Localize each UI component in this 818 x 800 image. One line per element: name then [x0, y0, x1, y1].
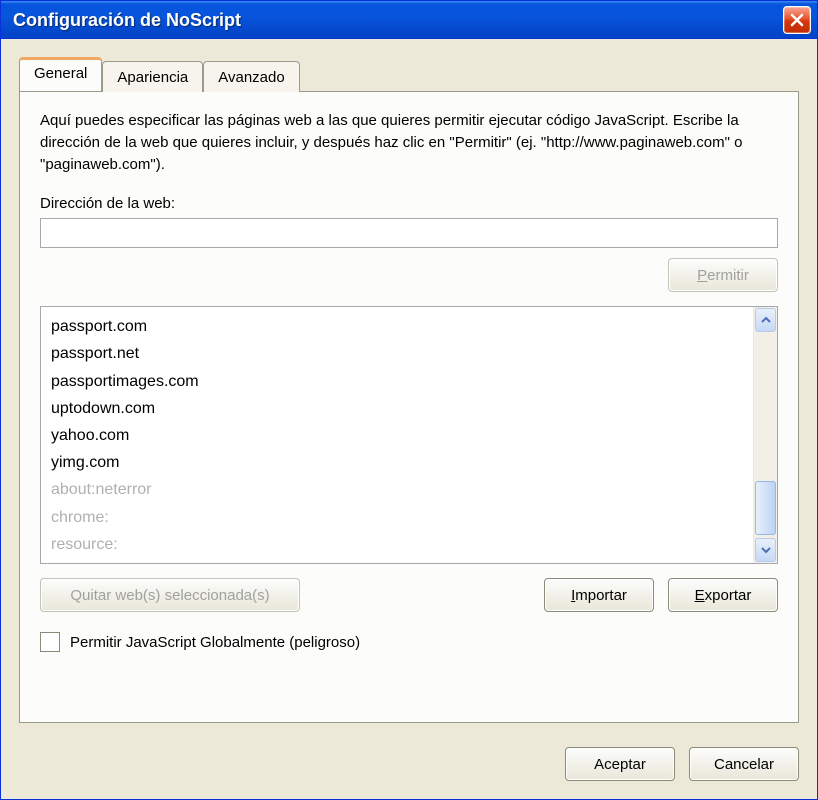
list-item[interactable]: passport.net: [51, 340, 743, 367]
dialog-footer: Aceptar Cancelar: [1, 735, 817, 799]
permit-button-rest: ermitir: [707, 267, 749, 284]
content-area: General Apariencia Avanzado Aquí puedes …: [1, 39, 817, 735]
permit-button[interactable]: Permitir: [668, 258, 778, 292]
scroll-down-button[interactable]: [755, 538, 776, 562]
close-icon: [789, 12, 805, 28]
address-input[interactable]: [40, 218, 778, 248]
sites-list[interactable]: passport.com passport.net passportimages…: [41, 307, 753, 563]
sites-listbox: passport.com passport.net passportimages…: [40, 306, 778, 564]
list-item[interactable]: about:neterror: [51, 476, 743, 503]
list-item[interactable]: yimg.com: [51, 449, 743, 476]
tab-apariencia[interactable]: Apariencia: [102, 61, 203, 92]
chevron-up-icon: [761, 315, 771, 325]
global-allow-checkbox[interactable]: [40, 632, 60, 652]
tab-strip: General Apariencia Avanzado: [19, 57, 799, 91]
titlebar[interactable]: Configuración de NoScript: [1, 1, 817, 39]
list-item[interactable]: yahoo.com: [51, 422, 743, 449]
window-title: Configuración de NoScript: [13, 10, 241, 31]
scroll-thumb[interactable]: [755, 481, 776, 535]
global-allow-label: Permitir JavaScript Globalmente (peligro…: [70, 634, 360, 651]
import-button-rest: mportar: [575, 587, 627, 604]
tab-general[interactable]: General: [19, 57, 102, 91]
list-item[interactable]: passportimages.com: [51, 368, 743, 395]
import-button[interactable]: Importar: [544, 578, 654, 612]
list-item[interactable]: resource:: [51, 531, 743, 558]
scroll-up-button[interactable]: [755, 308, 776, 332]
export-button[interactable]: Exportar: [668, 578, 778, 612]
scrollbar[interactable]: [753, 307, 777, 563]
cancel-button[interactable]: Cancelar: [689, 747, 799, 781]
dialog-window: Configuración de NoScript General Aparie…: [0, 0, 818, 800]
accept-button[interactable]: Aceptar: [565, 747, 675, 781]
tab-avanzado[interactable]: Avanzado: [203, 61, 299, 92]
chevron-down-icon: [761, 545, 771, 555]
tab-panel-general: Aquí puedes especificar las páginas web …: [19, 91, 799, 723]
close-button[interactable]: [783, 6, 811, 34]
list-item[interactable]: uptodown.com: [51, 395, 743, 422]
remove-selected-button[interactable]: Quitar web(s) seleccionada(s): [40, 578, 300, 612]
export-button-rest: xportar: [705, 587, 752, 604]
description-text: Aquí puedes especificar las páginas web …: [40, 110, 778, 175]
scroll-track[interactable]: [755, 333, 776, 537]
address-label: Dirección de la web:: [40, 195, 778, 212]
list-item[interactable]: chrome:: [51, 504, 743, 531]
list-item[interactable]: passport.com: [51, 313, 743, 340]
